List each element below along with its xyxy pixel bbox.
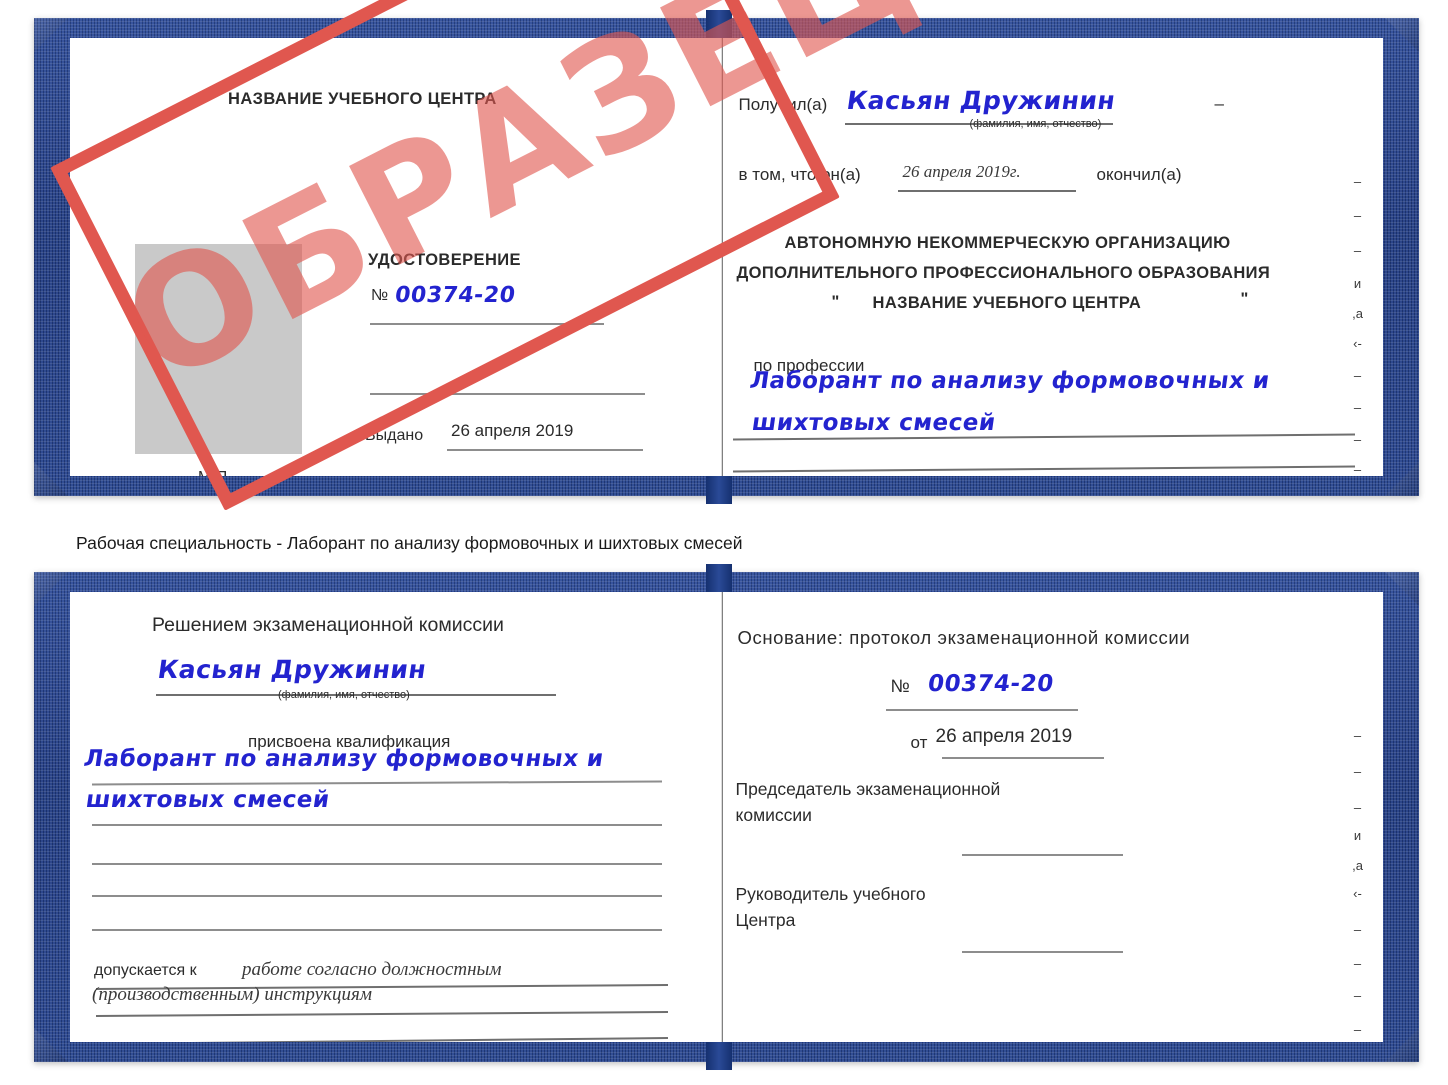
edge-stub-char: – (1353, 764, 1362, 779)
edge-stub-char: ,а (1352, 306, 1363, 321)
top-left-page: НАЗВАНИЕ УЧЕБНОГО ЦЕНТРА УДОСТОВЕРЕНИЕ №… (70, 38, 723, 476)
org-line-1: АВТОНОМНУЮ НЕКОММЕРЧЕСКУЮ ОРГАНИЗАЦИЮ (784, 234, 1231, 252)
edge-stub-char: ‹- (1353, 336, 1362, 351)
bottom-left-page: Решением экзаменационной комиссии Касьян… (70, 592, 723, 1042)
edge-stub-char: – (1353, 956, 1362, 971)
admitted-label: допускается к (94, 962, 197, 979)
blank-rule-top-left-1 (370, 393, 645, 395)
chairman-line-1: Председатель экзаменационной (735, 779, 1001, 799)
edge-stub-char: – (1353, 368, 1362, 383)
photo-placeholder (135, 244, 302, 454)
seal-place-label: М.П. (198, 469, 232, 476)
protocol-number-label: № (890, 676, 910, 696)
profession-line-2: шихтовых смесей (749, 410, 997, 436)
certificate-top-cover: НАЗВАНИЕ УЧЕБНОГО ЦЕНТРА УДОСТОВЕРЕНИЕ №… (34, 10, 1419, 504)
cover-fold-bottom-left (34, 462, 68, 496)
training-center-name-top-left: НАЗВАНИЕ УЧЕБНОГО ЦЕНТРА (228, 90, 497, 108)
certificate-bottom-pages: Решением экзаменационной комиссии Касьян… (70, 592, 1383, 1042)
number-rule-top-left (370, 323, 604, 325)
chairman-line-2: комиссии (735, 805, 812, 825)
edge-stub-char: ,а (1352, 858, 1363, 873)
edge-stub-char: – (1353, 208, 1362, 223)
edge-stub-char: – (1353, 174, 1362, 189)
document-title-udostoverenie: УДОСТОВЕРЕНИЕ (368, 251, 521, 269)
protocol-number-rule (885, 709, 1078, 711)
blank-rule-bottom-left-3 (92, 929, 662, 931)
cover-fold-bottom-left (34, 1028, 68, 1062)
org-line-2: ДОПОЛНИТЕЛЬНОГО ПРОФЕССИОНАЛЬНОГО ОБРАЗО… (736, 264, 1271, 282)
cover-fold-top-right (1385, 18, 1419, 52)
head-line-1: Руководитель учебного (735, 884, 926, 904)
issued-label: Выдано (365, 427, 424, 444)
cover-fold-bottom-right (1385, 462, 1419, 496)
edge-stub-char: – (1353, 800, 1362, 815)
cover-fold-top-right (1385, 572, 1419, 606)
edge-stub-char: – (1353, 243, 1362, 258)
that-he-label: в том, что он(а) (738, 165, 861, 184)
admitted-rule-3 (96, 1037, 668, 1042)
edge-stub-char: – (1353, 432, 1362, 447)
fio-hint-bottom: (фамилия, имя, отчество) (278, 689, 410, 701)
cover-fold-bottom-right (1385, 1028, 1419, 1062)
cover-fold-top-left (34, 18, 68, 52)
received-value: Касьян Дружинин (844, 86, 1117, 115)
issued-rule (447, 449, 643, 451)
edge-stub-char: – (1353, 988, 1362, 1003)
completion-date-rule (897, 190, 1076, 192)
dash-marker-top-right: – (1214, 94, 1224, 113)
finished-label: окончил(а) (1096, 165, 1182, 184)
edge-stub-char: ‹- (1353, 886, 1362, 901)
edge-stub-char: и (1353, 828, 1362, 843)
protocol-number-value: 00374-20 (925, 671, 1055, 697)
qualification-rule-1 (91, 780, 663, 786)
head-signature-rule (961, 951, 1123, 953)
number-label-top-left: № (371, 287, 389, 304)
org-line-3: НАЗВАНИЕ УЧЕБНОГО ЦЕНТРА (872, 294, 1142, 312)
qualification-line-1: Лаборант по анализу формовочных и (82, 746, 606, 772)
from-rule (941, 757, 1104, 759)
profession-rule-2 (732, 465, 1355, 472)
edge-stub-char: – (1353, 922, 1362, 937)
head-line-2: Центра (735, 910, 796, 930)
fio-hint-top: (фамилия, имя, отчество) (969, 118, 1102, 130)
graduate-name: Касьян Дружинин (155, 655, 429, 684)
org-quote-close: " (1240, 290, 1249, 308)
admitted-rule-2 (96, 1011, 668, 1017)
qualification-line-2: шихтовых смесей (84, 787, 332, 813)
decision-title: Решением экзаменационной комиссии (152, 614, 504, 636)
blank-rule-bottom-left-2 (92, 895, 662, 897)
certificate-top-pages: НАЗВАНИЕ УЧЕБНОГО ЦЕНТРА УДОСТОВЕРЕНИЕ №… (70, 38, 1383, 476)
profession-line-1: Лаборант по анализу формовочных и (747, 368, 1271, 394)
from-label: от (910, 733, 928, 752)
certificate-bottom-cover: Решением экзаменационной комиссии Касьян… (34, 564, 1419, 1070)
completion-date: 26 апреля 2019г. (902, 162, 1021, 181)
edge-stub-char: – (1353, 728, 1362, 743)
blank-rule-bottom-left-1 (92, 863, 662, 865)
qualification-rule-2 (92, 824, 662, 826)
top-right-page: Получил(а) Касьян Дружинин (фамилия, имя… (722, 38, 1383, 476)
number-value-top-left: 00374-20 (393, 283, 518, 308)
received-label: Получил(а) (738, 95, 828, 114)
admitted-value-line-1: работе согласно должностным (242, 959, 502, 980)
cover-fold-top-left (34, 572, 68, 606)
edge-stub-char: – (1353, 462, 1362, 476)
org-quote-open: " (831, 293, 840, 311)
edge-stub-char: – (1353, 1022, 1362, 1037)
from-value: 26 апреля 2019 (935, 726, 1073, 747)
image-caption: Рабочая специальность - Лаборант по анал… (76, 533, 743, 553)
edge-stub-char: и (1353, 276, 1362, 291)
bottom-right-page: Основание: протокол экзаменационной коми… (722, 592, 1383, 1042)
chairman-signature-rule (961, 854, 1123, 856)
basis-label: Основание: протокол экзаменационной коми… (737, 627, 1191, 648)
admitted-value-line-2: (производственным) инструкциям (92, 984, 372, 1005)
edge-stub-char: – (1353, 400, 1362, 415)
issued-value: 26 апреля 2019 (451, 421, 574, 440)
